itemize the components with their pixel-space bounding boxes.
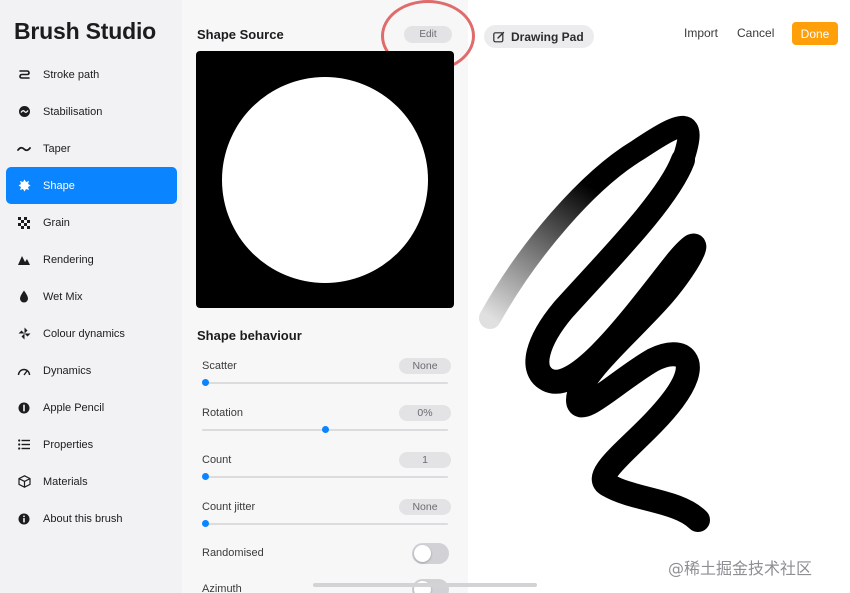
stroke-path-icon: [17, 68, 31, 82]
wet-mix-icon: [17, 290, 31, 304]
count-jitter-slider[interactable]: [202, 520, 448, 527]
azimuth-label: Azimuth: [202, 583, 242, 593]
rendering-icon: [17, 253, 31, 267]
rotation-slider-knob[interactable]: [321, 426, 329, 433]
app-title: Brush Studio: [14, 18, 156, 44]
import-button[interactable]: Import: [684, 26, 718, 40]
sidebar-item-rendering[interactable]: Rendering: [6, 241, 177, 278]
edit-icon: [493, 31, 505, 43]
materials-icon: [17, 475, 31, 489]
sidebar-item-label: Stroke path: [43, 68, 100, 81]
count-jitter-value: None: [399, 499, 451, 515]
stabilisation-icon: [17, 105, 31, 119]
sidebar-item-shape[interactable]: Shape: [6, 167, 177, 204]
sidebar-item-taper[interactable]: Taper: [6, 130, 177, 167]
sidebar-item-about[interactable]: About this brush: [6, 500, 177, 537]
grain-icon: [17, 216, 31, 230]
sidebar: Brush Studio Stroke path Stabilisation T…: [0, 0, 182, 593]
rotation-value: 0%: [399, 405, 451, 421]
scatter-slider-knob[interactable]: [202, 379, 209, 386]
count-jitter-label: Count jitter: [202, 501, 256, 513]
shape-behaviour-title: Shape behaviour: [197, 328, 302, 343]
sidebar-item-label: Grain: [43, 216, 70, 229]
sidebar-item-label: About this brush: [43, 512, 123, 525]
sidebar-item-colour-dynamics[interactable]: Colour dynamics: [6, 315, 177, 352]
shape-icon: [17, 179, 31, 193]
scatter-value: None: [399, 358, 451, 374]
drawing-pad-label: Drawing Pad: [511, 29, 584, 44]
shape-source-preview[interactable]: [196, 51, 454, 308]
sidebar-item-materials[interactable]: Materials: [6, 463, 177, 500]
sidebar-item-dynamics[interactable]: Dynamics: [6, 352, 177, 389]
rotation-label: Rotation: [202, 407, 243, 419]
settings-panel: Shape Source Edit Shape behaviour Scatte…: [182, 0, 475, 593]
sidebar-item-properties[interactable]: Properties: [6, 426, 177, 463]
dynamics-icon: [17, 364, 31, 378]
sidebar-item-grain[interactable]: Grain: [6, 204, 177, 241]
colour-dynamics-icon: [17, 327, 31, 341]
count-value: 1: [399, 452, 451, 468]
scatter-slider[interactable]: [202, 379, 448, 386]
sidebar-item-label: Colour dynamics: [43, 327, 125, 340]
sidebar-item-label: Apple Pencil: [43, 401, 105, 414]
sidebar-item-label: Rendering: [43, 253, 94, 266]
scatter-label: Scatter: [202, 360, 237, 372]
apple-pencil-icon: [17, 401, 31, 415]
count-jitter-slider-knob[interactable]: [202, 520, 209, 527]
count-slider[interactable]: [202, 473, 448, 480]
taper-icon: [17, 142, 31, 156]
sidebar-item-label: Dynamics: [43, 364, 92, 377]
sidebar-item-stroke-path[interactable]: Stroke path: [6, 56, 177, 93]
watermark: @稀土掘金技术社区: [668, 559, 813, 578]
cancel-button[interactable]: Cancel: [737, 26, 774, 40]
shape-circle: [222, 77, 428, 283]
count-slider-knob[interactable]: [202, 473, 209, 480]
drawing-canvas[interactable]: [468, 60, 728, 540]
sidebar-item-label: Wet Mix: [43, 290, 83, 303]
count-label: Count: [202, 454, 232, 466]
rotation-slider[interactable]: [202, 426, 448, 433]
shape-source-title: Shape Source: [197, 27, 284, 42]
sidebar-menu: Stroke path Stabilisation Taper Shape Gr…: [6, 56, 177, 537]
sidebar-item-label: Stabilisation: [43, 105, 103, 118]
home-indicator: [313, 583, 537, 587]
sidebar-item-stabilisation[interactable]: Stabilisation: [6, 93, 177, 130]
drawing-pad-button[interactable]: Drawing Pad: [484, 25, 594, 48]
toggle-thumb: [414, 545, 431, 562]
sidebar-item-apple-pencil[interactable]: Apple Pencil: [6, 389, 177, 426]
randomised-label: Randomised: [202, 547, 264, 559]
sidebar-item-label: Taper: [43, 142, 71, 155]
about-icon: [17, 512, 31, 526]
sidebar-item-wet-mix[interactable]: Wet Mix: [6, 278, 177, 315]
sidebar-item-label: Materials: [43, 475, 88, 488]
sidebar-item-label: Shape: [43, 179, 75, 192]
sidebar-item-label: Properties: [43, 438, 94, 451]
properties-icon: [17, 438, 31, 452]
done-button[interactable]: Done: [792, 22, 838, 45]
edit-button[interactable]: Edit: [404, 26, 452, 43]
randomised-toggle[interactable]: [412, 543, 449, 564]
